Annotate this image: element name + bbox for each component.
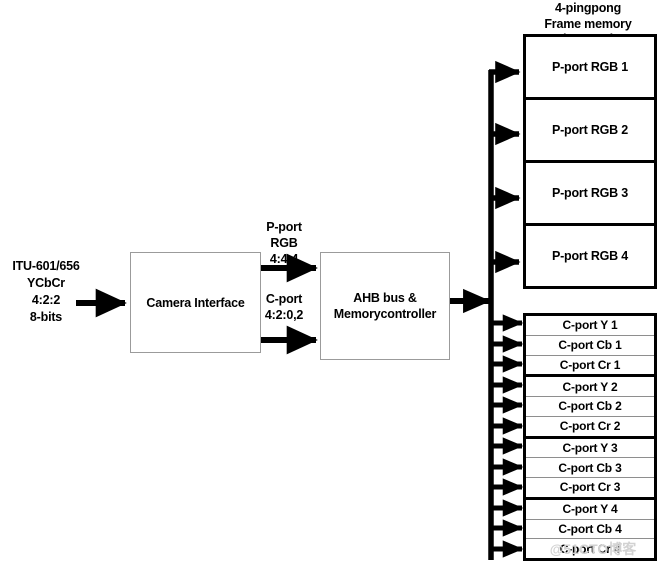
input-signal-line-1: ITU-601/656: [12, 259, 80, 273]
p-port-memory-row[interactable]: P-port RGB 3: [526, 163, 654, 226]
ahb-label-line-1: AHB bus &: [353, 291, 417, 305]
input-signal-line-4: 8-bits: [29, 310, 63, 324]
c-port-memory-row[interactable]: C-port Y 4: [526, 500, 654, 520]
c-port-memory-row[interactable]: C-port Y 2: [526, 377, 654, 397]
c-port-label-line-2: 4:2:0,2: [264, 308, 304, 322]
p-port-memory-block: P-port RGB 1 P-port RGB 2 P-port RGB 3 P…: [523, 34, 657, 289]
p-port-label-line-3: 4:4:4: [269, 252, 299, 266]
c-port-memory-row[interactable]: C-port Y 1: [526, 316, 654, 336]
c-port-memory-block: C-port Y 1 C-port Cb 1 C-port Cr 1 C-por…: [523, 313, 657, 561]
c-port-branches: [489, 314, 524, 558]
input-signal-line-2: YCbCr: [27, 276, 65, 290]
c-port-memory-row[interactable]: C-port Cb 2: [526, 397, 654, 417]
c-port-memory-row[interactable]: C-port Y 3: [526, 439, 654, 459]
p-port-memory-row[interactable]: P-port RGB 4: [526, 226, 654, 286]
c-port-label-line-1: C-port: [265, 292, 303, 306]
p-port-connection-label: P-port RGB 4:4:4: [248, 219, 320, 267]
frame-memory-title-line-1: 4-pingpong: [554, 1, 622, 15]
camera-interface-label: Camera Interface: [146, 295, 245, 310]
input-signal-label: ITU-601/656 YCbCr 4:2:2 8-bits: [0, 258, 92, 326]
p-port-label-line-2: RGB: [270, 236, 298, 250]
c-port-memory-row[interactable]: C-port Cr 2: [526, 417, 654, 439]
c-port-memory-row[interactable]: C-port Cr 3: [526, 478, 654, 500]
p-port-memory-row[interactable]: P-port RGB 2: [526, 100, 654, 163]
p-port-memory-row[interactable]: P-port RGB 1: [526, 37, 654, 100]
input-signal-line-3: 4:2:2: [31, 293, 61, 307]
frame-memory-title-line-2: Frame memory: [544, 16, 632, 31]
c-port-memory-row[interactable]: C-port Cr 4: [526, 539, 654, 558]
c-port-memory-row[interactable]: C-port Cb 3: [526, 458, 654, 478]
camera-interface-block[interactable]: Camera Interface: [130, 252, 261, 353]
c-port-connection-label: C-port 4:2:0,2: [248, 291, 320, 323]
ahb-label-line-2: Memorycontroller: [333, 307, 437, 321]
c-port-memory-row[interactable]: C-port Cr 1: [526, 356, 654, 378]
ahb-memory-controller-block[interactable]: AHB bus & Memorycontroller: [320, 252, 450, 360]
c-port-memory-row[interactable]: C-port Cb 1: [526, 336, 654, 356]
p-port-label-line-1: P-port: [266, 220, 302, 234]
c-port-memory-row[interactable]: C-port Cb 4: [526, 520, 654, 540]
